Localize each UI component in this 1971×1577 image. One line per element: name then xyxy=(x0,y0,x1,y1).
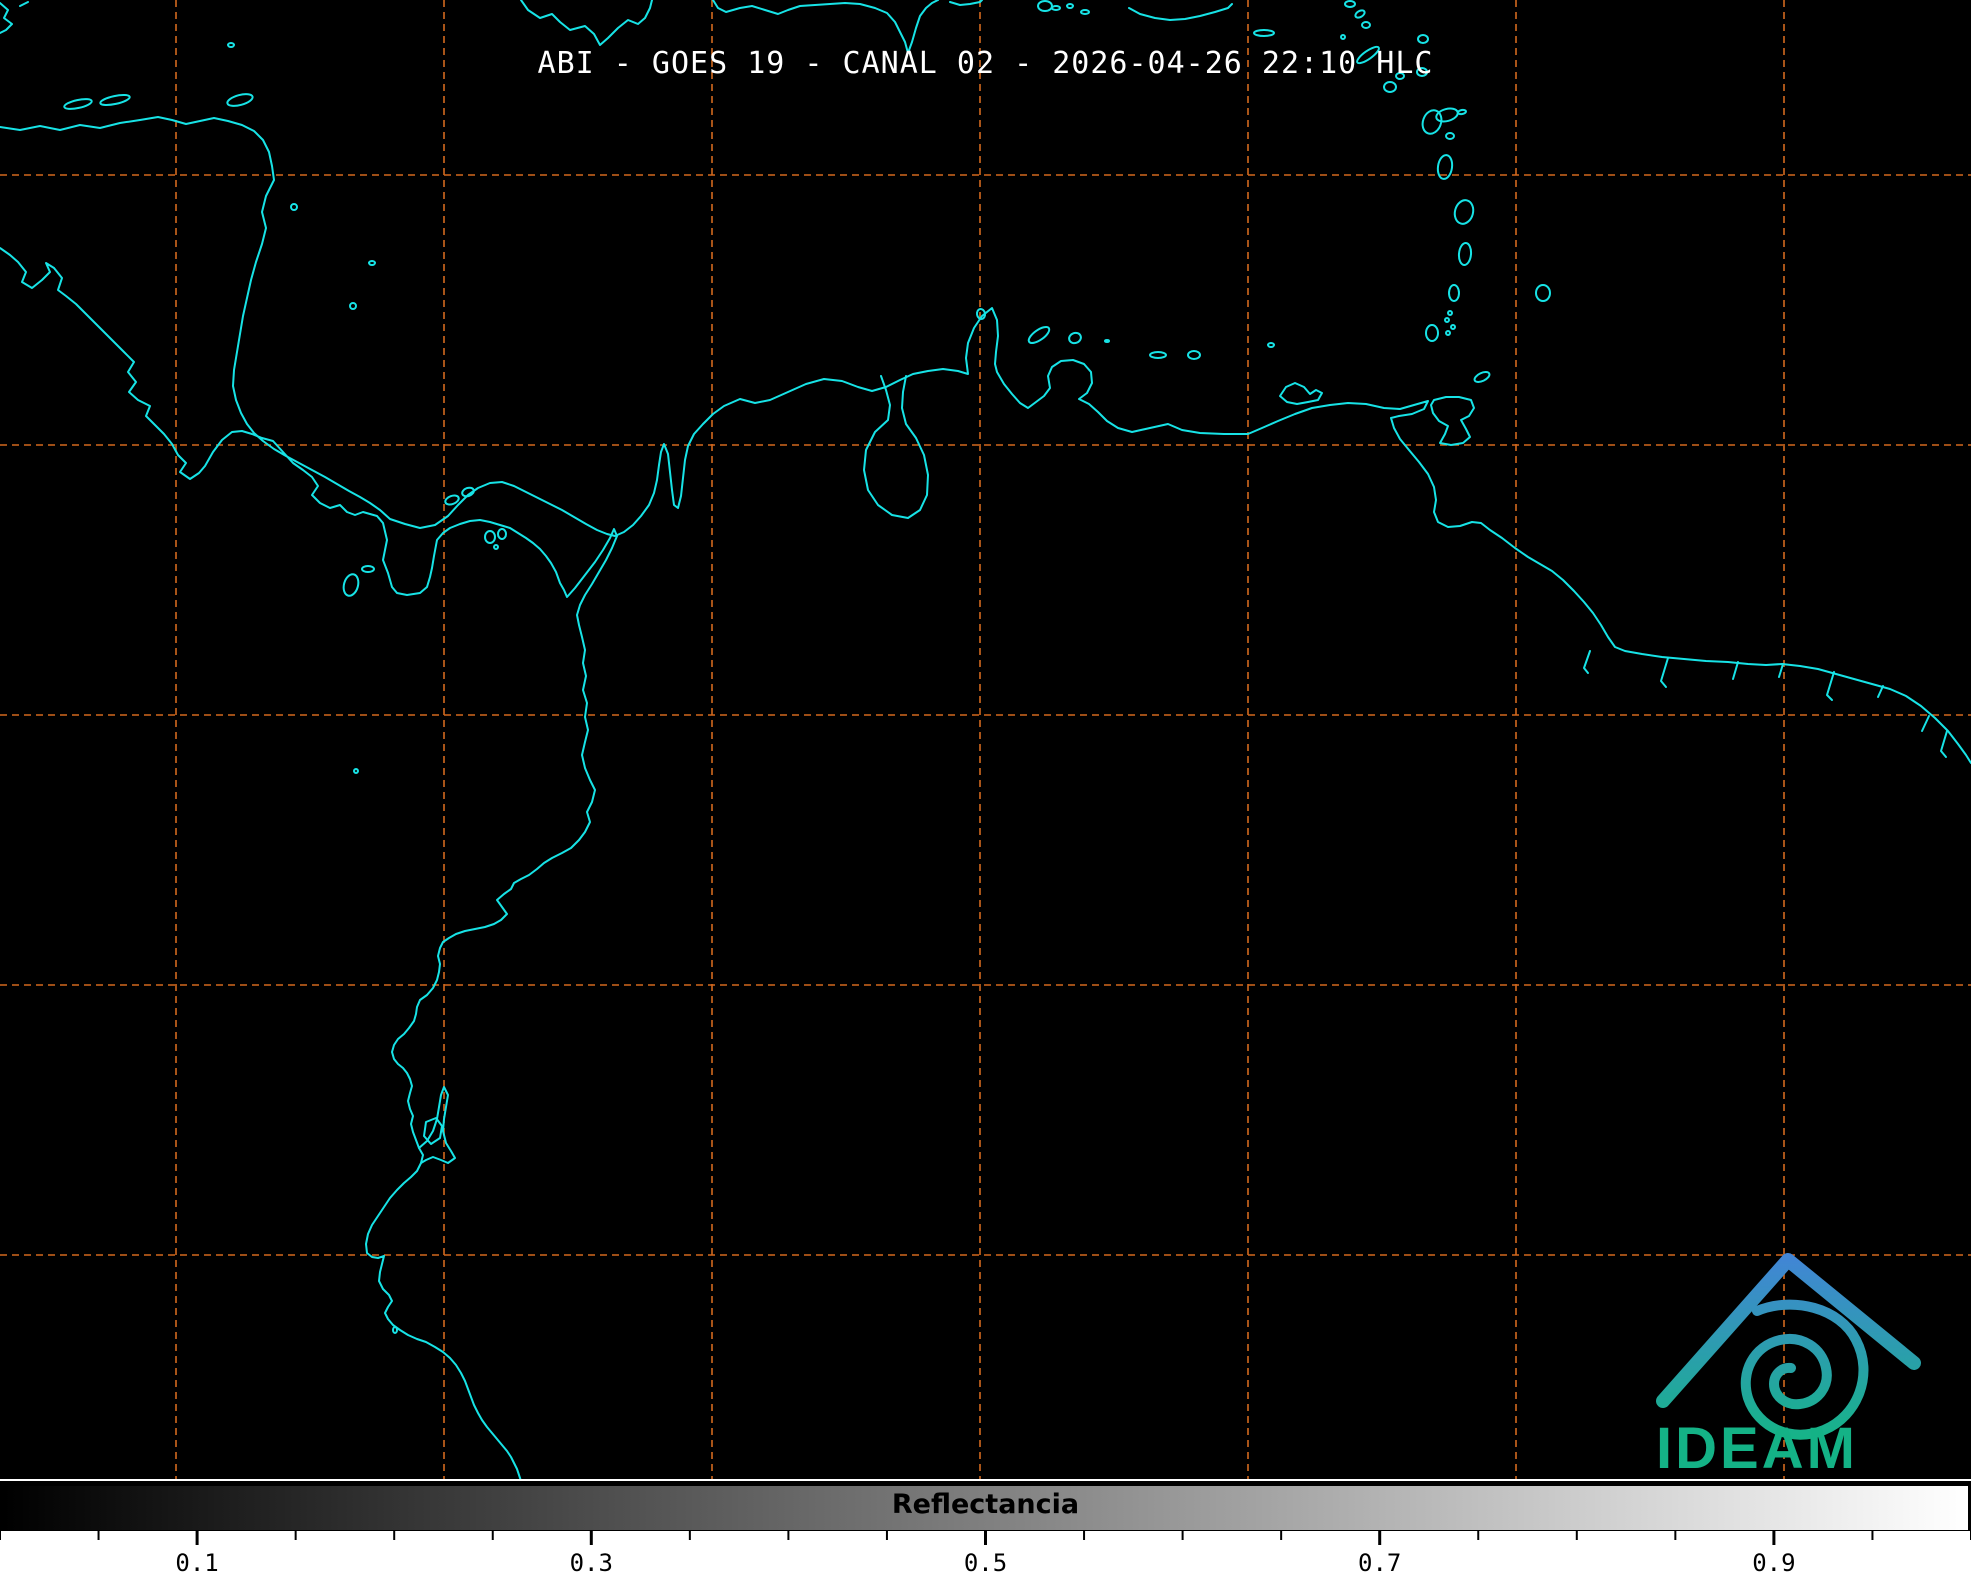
island-outline xyxy=(1081,10,1089,14)
island-outline xyxy=(1435,106,1459,123)
island-outline xyxy=(1345,1,1355,7)
coastline-path xyxy=(0,248,617,1479)
ideam-logo: IDEAM xyxy=(1656,1260,1914,1479)
island-outline xyxy=(1446,331,1450,335)
island-outline xyxy=(1452,198,1476,226)
island-outline xyxy=(1446,133,1454,139)
graticule-grid xyxy=(0,0,1971,1479)
satellite-image-viewport: IDEAM ABI - GOES 19 - CANAL 02 - 2026-04… xyxy=(0,0,1971,1577)
island-outline xyxy=(1026,324,1051,346)
coastlines xyxy=(0,0,1971,1479)
island-outline xyxy=(354,769,358,773)
island-outline xyxy=(1458,109,1467,114)
island-outline xyxy=(1426,325,1438,341)
island-outline xyxy=(1418,35,1428,43)
coastline-path xyxy=(20,2,28,6)
island-outline xyxy=(1451,325,1455,329)
island-outline xyxy=(1068,331,1083,345)
island-outline xyxy=(350,303,356,309)
island-outline xyxy=(291,204,297,210)
coastline-path xyxy=(1431,397,1474,445)
island-outline xyxy=(1458,243,1472,266)
coastline-path xyxy=(1584,651,1590,673)
island-outline xyxy=(1362,22,1370,28)
colorbar: Reflectancia xyxy=(0,1479,1971,1531)
coastline-path xyxy=(1941,731,1947,757)
island-outline xyxy=(63,97,92,111)
colorbar-ticks: 0.1 0.3 0.5 0.7 0.9 xyxy=(0,1531,1971,1577)
island-outline xyxy=(1341,35,1345,39)
island-outline xyxy=(498,529,506,539)
island-outline xyxy=(393,1327,397,1333)
island-outline xyxy=(494,545,498,549)
tick-label: 0.3 xyxy=(570,1549,613,1577)
island-outline xyxy=(1105,340,1109,342)
coastline-path xyxy=(1878,686,1883,697)
coastline-path xyxy=(1922,716,1929,731)
island-outline xyxy=(485,531,495,543)
island-outline xyxy=(369,261,375,265)
coastline-path xyxy=(419,1087,455,1163)
islands xyxy=(63,1,1550,1333)
coastline-path xyxy=(1129,4,1232,20)
island-outline xyxy=(341,573,360,598)
coastline-path xyxy=(950,0,982,5)
island-outline xyxy=(1445,318,1449,322)
island-outline xyxy=(1067,4,1073,8)
island-outline xyxy=(461,486,475,498)
ideam-logo-text: IDEAM xyxy=(1656,1416,1858,1479)
coastline-path xyxy=(1280,383,1322,404)
island-outline xyxy=(1052,6,1060,10)
coastline-path xyxy=(1661,658,1668,687)
coastline-path xyxy=(521,0,652,45)
island-outline xyxy=(99,93,130,107)
island-outline xyxy=(226,92,254,108)
island-outline xyxy=(1384,82,1396,92)
island-outline xyxy=(362,566,374,572)
island-outline xyxy=(1448,311,1452,315)
island-outline xyxy=(1449,285,1459,301)
coastline-path xyxy=(1827,672,1834,700)
ideam-mountain-icon xyxy=(1663,1260,1914,1435)
tick-label: 0.1 xyxy=(175,1549,218,1577)
island-outline xyxy=(1436,154,1453,180)
tick-label: 0.7 xyxy=(1358,1549,1401,1577)
island-outline xyxy=(1473,370,1491,384)
island-outline xyxy=(1150,352,1166,358)
coastline-path xyxy=(1733,662,1738,679)
coastline-path xyxy=(1779,664,1783,677)
satellite-map: IDEAM xyxy=(0,0,1971,1479)
island-outline xyxy=(1254,30,1274,36)
island-outline xyxy=(1536,285,1550,301)
tick-label: 0.9 xyxy=(1752,1549,1795,1577)
island-outline xyxy=(1354,9,1366,19)
island-outline xyxy=(1188,351,1200,359)
colorbar-axis: 0.1 0.3 0.5 0.7 0.9 xyxy=(0,1531,1971,1577)
coastline-path xyxy=(0,117,1971,763)
image-title: ABI - GOES 19 - CANAL 02 - 2026-04-26 22… xyxy=(0,46,1971,81)
coastline-path xyxy=(864,376,928,518)
island-outline xyxy=(1038,1,1052,11)
coastline-path xyxy=(0,3,12,33)
colorbar-label: Reflectancia xyxy=(0,1489,1971,1520)
tick-label: 0.5 xyxy=(964,1549,1007,1577)
island-outline xyxy=(1268,343,1274,347)
